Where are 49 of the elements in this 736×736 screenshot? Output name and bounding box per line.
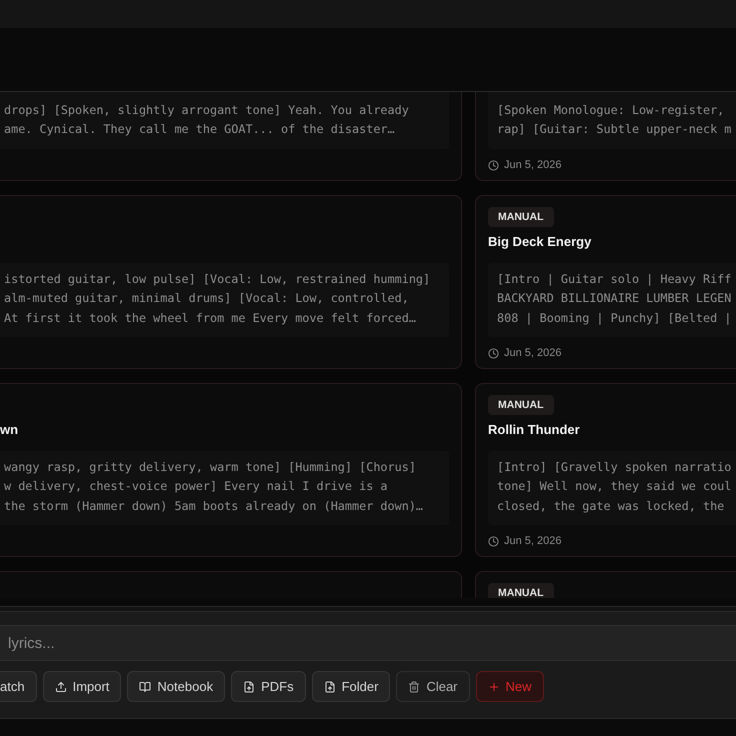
date-text: Jun 5, 2026 [504,159,562,171]
lyrics-line: At first it took the wheel from me Every move felt forced… [4,310,417,327]
trash-icon [408,680,420,692]
lyric-card[interactable]: MANUAL Rollin Thunder [Intro] [Gravelly spoken narratio tone] Well now, they said we coul closed, the gate was locked, the Jun 5, 2026 [475,383,736,557]
date-text: Jun 5, 2026 [504,535,562,547]
batch-button[interactable]: atch [0,671,37,702]
pdfs-button[interactable]: PDFs [231,671,306,702]
lyric-card[interactable]: drops] [Spoken, slightly arrogant tone] Yeah. You already ame. Cynical. They call me the GOAT... of the disaster… [0,92,462,181]
search-field[interactable]: lyrics... [0,625,736,661]
date-text: Jun 5, 2026 [504,347,562,359]
lyrics-line: alm-muted guitar, minimal drums] [Vocal: Low, controlled, [4,290,410,308]
lyrics-line: BACKYARD BILLIONAIRE LUMBER LEGEN [497,290,732,308]
lyrics-line: drops] [Spoken, slightly arrogant tone] Yeah. You already [4,102,410,119]
clock-icon [488,348,499,358]
lyrics-line: the storm (Hammer down) 5am boots already on (Hammer down)… [4,498,424,515]
song-title: Rollin Thunder [488,422,581,438]
lyrics-line: [Intro] [Gravelly spoken narratio [497,459,732,476]
lyrics-line: [Spoken Monologue: Low-register, [497,102,726,119]
import-button[interactable]: Import [42,671,122,702]
lyrics-line: wangy rasp, gritty delivery, warm tone] [Humming] [Chorus] [4,459,417,476]
lyrics-line: w delivery, chest-voice power] Every nail I drive is a [4,478,389,496]
lyrics-line: [Intro | Guitar solo | Heavy Riff [497,271,732,288]
lyric-card[interactable]: MANUAL Big Deck Energy [Intro | Guitar solo | Heavy Riff BACKYARD BILLIONAIRE LUMBER LEGEN 808 | Booming | Punchy] [Belted | Jun 5, 2026 [475,195,736,369]
song-title: Big Deck Energy [488,234,592,250]
new-button[interactable]: New [476,671,544,702]
lyrics-line: istorted guitar, low pulse] [Vocal: Low, restrained humming] [4,271,432,288]
folder-button[interactable]: Folder [312,671,390,702]
notebook-button[interactable]: Notebook [127,671,226,702]
lyrics-line: closed, the gate was locked, the [497,498,726,515]
upload-icon [54,680,67,692]
lyric-card[interactable]: wn wangy rasp, gritty delivery, warm tone] [Humming] [Chorus] w delivery, chest-voice power] Every nail I drive is a the storm (Hammer down) 5am boots already on (Hammer down)… [0,383,462,557]
source-badge: MANUAL [488,207,554,227]
lyrics-line: rap] [Guitar: Subtle upper-neck m [497,121,732,138]
source-badge: MANUAL [488,583,554,598]
lyric-card[interactable]: istorted guitar, low pulse] [Vocal: Low, restrained humming] alm-muted guitar, minimal drums] [Vocal: Low, controlled, At first it took the wheel from me Every move felt forced… [0,195,462,369]
file-upload-icon [324,680,336,692]
lyric-card[interactable]: MANUAL [475,571,736,598]
clock-icon [488,160,499,170]
plus-icon [488,680,500,692]
song-title: wn [0,422,20,438]
clock-icon [488,536,499,546]
lyric-card[interactable]: [Spoken Monologue: Low-register, rap] [Guitar: Subtle upper-neck m Jun 5, 2026 [475,92,736,181]
lyrics-line: 808 | Booming | Punchy] [Belted | [497,310,732,327]
lyrics-line: ame. Cynical. They call me the GOAT... of the disaster… [4,121,396,138]
lyric-card[interactable] [0,571,462,598]
book-icon [139,680,152,692]
lyrics-line: tone] Well now, they said we coul [497,478,732,496]
source-badge: MANUAL [488,395,554,415]
file-upload-icon [243,680,256,692]
